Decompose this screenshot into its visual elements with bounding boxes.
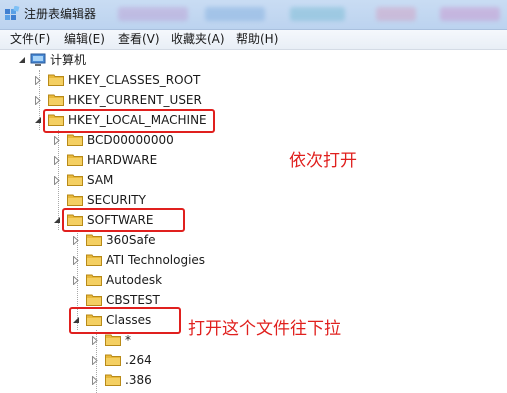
- callout-box-software: [62, 208, 185, 232]
- tree-node-label: .264: [125, 353, 152, 367]
- blurred-titlebar-region: [205, 7, 265, 21]
- menu-edit[interactable]: 编辑(E): [62, 31, 107, 48]
- folder-icon: [86, 254, 102, 266]
- folder-icon: [48, 94, 64, 106]
- collapsed-arrow-icon[interactable]: [54, 176, 60, 185]
- expanded-arrow-icon[interactable]: [19, 57, 25, 63]
- collapsed-arrow-icon[interactable]: [73, 276, 79, 285]
- folder-icon: [67, 194, 83, 206]
- registry-tree: 计算机 HKEY_CLASSES_ROOT HKEY_CURRENT_USER …: [0, 50, 507, 393]
- tree-node-label: SAM: [87, 173, 114, 187]
- tree-node-label: .386: [125, 373, 152, 387]
- folder-icon: [86, 234, 102, 246]
- folder-icon: [67, 134, 83, 146]
- folder-icon: [105, 354, 121, 366]
- collapsed-arrow-icon[interactable]: [73, 256, 79, 265]
- tree-node-ati-technologies[interactable]: ATI Technologies: [0, 250, 240, 270]
- registry-editor-window: 注册表编辑器 文件(F) 编辑(E) 查看(V) 收藏夹(A) 帮助(H) 计算…: [0, 0, 507, 393]
- annotation-open-and-scroll: 打开这个文件往下拉: [188, 319, 341, 339]
- menu-view[interactable]: 查看(V): [116, 31, 162, 48]
- collapsed-arrow-icon[interactable]: [92, 356, 98, 365]
- menu-help[interactable]: 帮助(H): [234, 31, 280, 48]
- tree-node-label: HARDWARE: [87, 153, 158, 167]
- tree-node-label: Autodesk: [106, 273, 163, 287]
- tree-node-autodesk[interactable]: Autodesk: [0, 270, 220, 290]
- tree-node-264[interactable]: .264: [0, 350, 200, 370]
- registry-editor-app-icon: [5, 6, 20, 20]
- tree-node-label: HKEY_CURRENT_USER: [68, 93, 202, 107]
- collapsed-arrow-icon[interactable]: [35, 96, 41, 105]
- blurred-titlebar-region: [440, 7, 500, 21]
- folder-icon: [105, 374, 121, 386]
- title-bar: 注册表编辑器: [0, 0, 507, 30]
- folder-icon: [86, 294, 102, 306]
- expanded-arrow-icon[interactable]: [54, 217, 60, 223]
- collapsed-arrow-icon[interactable]: [73, 236, 79, 245]
- tree-node-label: 360Safe: [106, 233, 156, 247]
- blurred-titlebar-region: [376, 7, 416, 21]
- computer-icon: [30, 53, 46, 66]
- menu-file[interactable]: 文件(F): [8, 31, 52, 48]
- menu-bar: 文件(F) 编辑(E) 查看(V) 收藏夹(A) 帮助(H): [0, 30, 507, 50]
- folder-icon: [67, 174, 83, 186]
- tree-node-label: ATI Technologies: [106, 253, 206, 267]
- tree-node-security[interactable]: SECURITY: [0, 190, 200, 210]
- collapsed-arrow-icon[interactable]: [92, 376, 98, 385]
- collapsed-arrow-icon[interactable]: [54, 136, 60, 145]
- tree-node-hkey-current-user[interactable]: HKEY_CURRENT_USER: [0, 90, 220, 110]
- expanded-arrow-icon[interactable]: [35, 117, 41, 123]
- collapsed-arrow-icon[interactable]: [35, 76, 41, 85]
- tree-node-360safe[interactable]: 360Safe: [0, 230, 220, 250]
- folder-icon: [67, 154, 83, 166]
- tree-node-hardware[interactable]: HARDWARE: [0, 150, 200, 170]
- tree-node-bcd00000000[interactable]: BCD00000000: [0, 130, 200, 150]
- tree-node-hkey-classes-root[interactable]: HKEY_CLASSES_ROOT: [0, 70, 220, 90]
- tree-node-label: HKEY_CLASSES_ROOT: [68, 73, 201, 87]
- collapsed-arrow-icon[interactable]: [54, 156, 60, 165]
- folder-icon: [48, 74, 64, 86]
- folder-icon: [86, 274, 102, 286]
- tree-node-label: BCD00000000: [87, 133, 174, 147]
- callout-box-classes: [69, 307, 181, 334]
- callout-box-hklm: [43, 109, 215, 133]
- tree-node-label: SECURITY: [87, 193, 146, 207]
- tree-node-386[interactable]: .386: [0, 370, 200, 390]
- folder-icon: [105, 334, 121, 346]
- tree-node-label: 计算机: [50, 53, 87, 67]
- annotation-open-in-order: 依次打开: [289, 151, 357, 171]
- blurred-titlebar-region: [290, 7, 345, 21]
- blurred-titlebar-region: [118, 7, 188, 21]
- menu-favorites[interactable]: 收藏夹(A): [169, 31, 227, 48]
- collapsed-arrow-icon[interactable]: [92, 336, 98, 345]
- tree-node-sam[interactable]: SAM: [0, 170, 200, 190]
- window-title: 注册表编辑器: [24, 7, 97, 21]
- tree-node-computer[interactable]: 计算机: [0, 50, 200, 70]
